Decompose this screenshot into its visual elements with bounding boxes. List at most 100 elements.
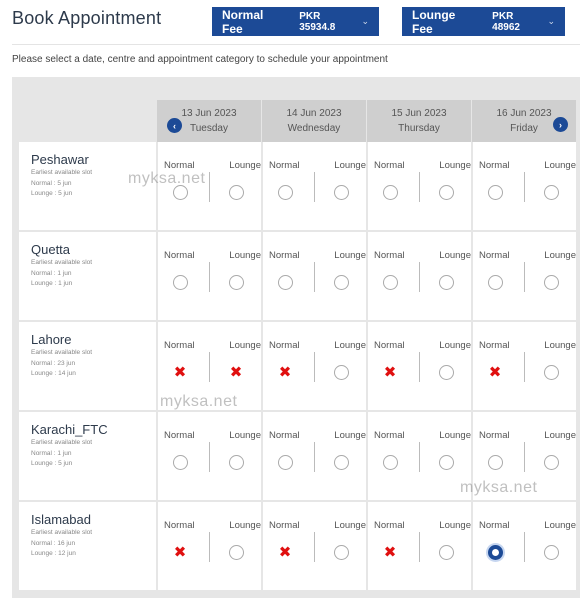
prev-dates-button[interactable]: ‹: [167, 118, 182, 133]
lounge-slot-radio[interactable]: [438, 544, 454, 560]
normal-slot-radio[interactable]: [487, 544, 503, 560]
radio-icon: [438, 454, 454, 470]
lounge-fee-amount: PKR 48962: [492, 10, 520, 33]
next-dates-button[interactable]: ›: [553, 117, 568, 132]
normal-slot-unavailable: ✖: [277, 364, 293, 380]
slot-divider: [314, 262, 315, 292]
header-divider: [12, 44, 580, 45]
day-cell: Normal Lounge: [368, 412, 471, 500]
day-cell: Normal Lounge: [158, 142, 261, 230]
lounge-slot-label: Lounge: [229, 430, 261, 441]
lounge-slot-radio[interactable]: [333, 184, 349, 200]
lounge-slot-radio[interactable]: [543, 544, 559, 560]
centre-row: Quetta Earliest available slot Normal : 1 …: [19, 232, 578, 320]
normal-slot-radio[interactable]: [172, 454, 188, 470]
normal-slot-radio[interactable]: [487, 184, 503, 200]
lounge-slot-label: Lounge: [439, 430, 471, 441]
slot-divider: [524, 442, 525, 472]
normal-slot-label: Normal: [269, 340, 300, 351]
normal-slot-radio[interactable]: [487, 454, 503, 470]
normal-slot-radio[interactable]: [382, 274, 398, 290]
cross-icon: ✖: [383, 363, 397, 381]
normal-slot-label: Normal: [479, 520, 510, 531]
day-cell: Normal Lounge ✖: [473, 322, 576, 410]
radio-icon: [277, 274, 293, 290]
normal-slot-radio[interactable]: [277, 184, 293, 200]
normal-slot-label: Normal: [479, 160, 510, 171]
lounge-slot-label: Lounge: [439, 250, 471, 261]
normal-slot-radio[interactable]: [277, 454, 293, 470]
radio-icon: [543, 274, 559, 290]
lounge-slot-radio[interactable]: [543, 364, 559, 380]
lounge-slot-radio[interactable]: [333, 544, 349, 560]
lounge-slot-label: Lounge: [229, 250, 261, 261]
normal-slot-unavailable: ✖: [382, 544, 398, 560]
day-label: Tuesday: [190, 123, 228, 134]
lounge-slot-radio[interactable]: [228, 274, 244, 290]
lounge-slot-radio[interactable]: [543, 454, 559, 470]
earliest-lounge: Lounge : 12 jun: [31, 550, 76, 557]
slot-divider: [314, 532, 315, 562]
date-label: 13 Jun 2023: [181, 108, 237, 119]
normal-slot-label: Normal: [269, 520, 300, 531]
day-cell: Normal Lounge: [263, 232, 366, 320]
lounge-slot-label: Lounge: [229, 340, 261, 351]
lounge-slot-radio[interactable]: [438, 274, 454, 290]
day-cell: Normal Lounge: [473, 502, 576, 590]
day-cell: Normal Lounge ✖: [263, 322, 366, 410]
slot-divider: [209, 262, 210, 292]
day-cell: Normal Lounge: [368, 142, 471, 230]
lounge-fee-label: Lounge Fee: [412, 7, 456, 36]
normal-fee-amount: PKR 35934.8: [299, 10, 336, 33]
lounge-slot-label: Lounge: [544, 250, 576, 261]
normal-slot-radio[interactable]: [382, 454, 398, 470]
lounge-slot-radio[interactable]: [333, 274, 349, 290]
normal-slot-radio[interactable]: [487, 274, 503, 290]
slot-divider: [209, 352, 210, 382]
normal-slot-radio[interactable]: [277, 274, 293, 290]
lounge-slot-unavailable: ✖: [228, 364, 244, 380]
normal-slot-radio[interactable]: [382, 184, 398, 200]
day-cell: Normal Lounge: [473, 412, 576, 500]
slot-divider: [419, 442, 420, 472]
earliest-slot-label: Earliest available slot: [31, 169, 93, 176]
instructions-text: Please select a date, centre and appoint…: [12, 54, 388, 65]
lounge-fee-dropdown[interactable]: Lounge Fee PKR 48962 ⌄: [402, 7, 565, 36]
slot-divider: [209, 532, 210, 562]
lounge-slot-radio[interactable]: [333, 454, 349, 470]
normal-slot-radio[interactable]: [172, 184, 188, 200]
lounge-slot-label: Lounge: [334, 340, 366, 351]
centre-name: Karachi_FTC: [31, 422, 108, 437]
day-cell: Normal Lounge: [158, 412, 261, 500]
lounge-slot-radio[interactable]: [228, 544, 244, 560]
earliest-slot-label: Earliest available slot: [31, 439, 93, 446]
normal-fee-dropdown[interactable]: Normal Fee PKR 35934.8 ⌄: [212, 7, 379, 36]
day-cell: Normal Lounge ✖: [368, 322, 471, 410]
centre-info: Quetta Earliest available slot Normal : 1 …: [19, 232, 156, 320]
lounge-slot-radio[interactable]: [438, 454, 454, 470]
lounge-slot-radio[interactable]: [438, 184, 454, 200]
earliest-normal: Normal : 1 jun: [31, 269, 72, 277]
cross-icon: ✖: [278, 543, 292, 561]
lounge-slot-radio[interactable]: [228, 184, 244, 200]
normal-slot-radio[interactable]: [172, 274, 188, 290]
centre-name: Islamabad: [31, 512, 91, 527]
lounge-slot-radio[interactable]: [438, 364, 454, 380]
day-cell: Normal Lounge ✖ ✖: [158, 322, 261, 410]
centre-row: Islamabad Earliest available slot Normal :…: [19, 502, 578, 590]
normal-slot-label: Normal: [164, 520, 195, 531]
slot-divider: [419, 352, 420, 382]
normal-slot-label: Normal: [479, 340, 510, 351]
date-label: 14 Jun 2023: [286, 108, 342, 119]
lounge-slot-radio[interactable]: [333, 364, 349, 380]
slot-divider: [209, 442, 210, 472]
centre-row: Lahore Earliest available slot Normal : 23…: [19, 322, 578, 410]
lounge-slot-radio[interactable]: [543, 274, 559, 290]
earliest-slot-label: Earliest available slot: [31, 529, 93, 536]
radio-icon: [543, 184, 559, 200]
lounge-slot-radio[interactable]: [543, 184, 559, 200]
lounge-slot-label: Lounge: [544, 340, 576, 351]
lounge-slot-radio[interactable]: [228, 454, 244, 470]
radio-icon: [487, 454, 503, 470]
cross-icon: ✖: [488, 363, 502, 381]
